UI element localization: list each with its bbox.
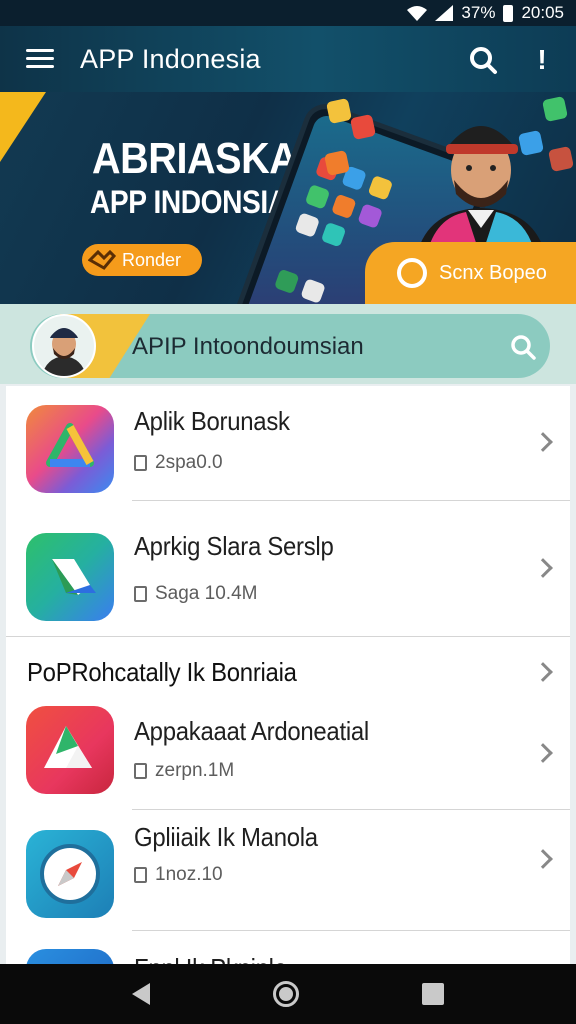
recent-apps-icon[interactable]	[422, 983, 445, 1005]
app-size: zerpn.1M	[155, 760, 235, 781]
banner-pill-label: Ronder	[122, 249, 182, 270]
list-item[interactable]: Aplik Borunask 2spa0.0	[6, 386, 570, 500]
back-icon[interactable]	[131, 983, 150, 1005]
banner-cta-button[interactable]: Scnx Bopeo	[365, 242, 576, 304]
app-meta: 2spa0.0	[134, 452, 223, 474]
banner-pill-button[interactable]: Ronder	[82, 244, 202, 276]
avatar-illustration	[416, 126, 546, 258]
wifi-icon	[407, 6, 428, 21]
drive-triangle-icon	[26, 405, 114, 493]
avatar	[32, 314, 96, 378]
floating-app-icon	[323, 149, 351, 177]
chevron-right-icon	[533, 432, 553, 452]
lock-icon	[134, 763, 147, 779]
chevron-right-icon	[533, 558, 553, 578]
system-nav-bar	[0, 964, 576, 1024]
battery-percent: 37%	[461, 3, 496, 22]
list-item[interactable]: Gpliiaik Ik Manola 1noz.10	[6, 810, 570, 930]
lock-icon	[134, 455, 147, 471]
floating-app-icon	[325, 97, 353, 125]
chevron-right-icon	[533, 849, 553, 869]
app-meta: zerpn.1M	[134, 760, 234, 782]
app-meta: 1noz.10	[134, 864, 223, 886]
app-bar: APP Indonesia !	[0, 26, 576, 92]
hamburger-icon	[26, 49, 54, 69]
search-bar[interactable]: APIP Intoondoumsian	[30, 314, 550, 378]
app-title: Aplik Borunask	[134, 406, 290, 436]
chevron-right-icon	[533, 662, 553, 682]
drive-arrow-icon	[26, 533, 114, 621]
search-bar-text: APIP Intoondoumsian	[132, 333, 364, 360]
app-title: Aprkig Slara Serslp	[134, 531, 334, 561]
exclamation-icon: !	[537, 44, 547, 75]
app-title: APP Indonesia	[80, 43, 261, 74]
hero-banner[interactable]: ABRIASKAA APP INDONSIA Ronder Scnx Bopeo	[0, 92, 576, 304]
list-item[interactable]: Aprkig Slara Serslp Saga 10.4M	[6, 501, 570, 635]
banner-corner-accent	[0, 92, 46, 162]
floating-app-icon	[349, 113, 377, 141]
banner-cta-label: Scnx Bopeo	[439, 261, 547, 284]
battery-icon	[503, 4, 514, 22]
more-options-button[interactable]: !	[525, 40, 559, 80]
chevron-right-icon	[533, 743, 553, 763]
compass-icon	[26, 830, 114, 918]
list-item[interactable]: Fnnl Ik Pkninle	[6, 931, 570, 966]
lock-icon	[134, 586, 147, 602]
search-strip: APIP Intoondoumsian	[0, 304, 576, 384]
clock: 20:05	[521, 3, 564, 22]
section-title: PoPRohcatally Ik Bonriaia	[27, 657, 297, 687]
status-bar: 37% 20:05	[0, 0, 576, 26]
app-size: Saga 10.4M	[155, 583, 258, 604]
home-icon[interactable]	[272, 981, 299, 1007]
app-meta: Saga 10.4M	[134, 583, 257, 605]
lock-icon	[134, 867, 147, 883]
app-title: Appakaaat Ardoneatial	[134, 716, 369, 746]
app-size: 1noz.10	[155, 864, 223, 885]
app-size: 2spa0.0	[155, 452, 223, 473]
signal-icon	[435, 5, 454, 21]
cta-ring-icon	[397, 258, 427, 288]
red-triangle-icon	[26, 706, 114, 794]
app-title: Gpliiaik Ik Manola	[134, 822, 318, 852]
appbar-search-button[interactable]	[463, 40, 503, 80]
list-item[interactable]: Appakaaat Ardoneatial zerpn.1M	[6, 690, 570, 808]
handshake-icon	[88, 249, 116, 270]
search-icon	[470, 47, 497, 74]
search-icon[interactable]	[508, 332, 538, 362]
banner-subtitle: APP INDONSIA	[90, 184, 288, 220]
hamburger-menu-button[interactable]	[0, 26, 80, 92]
app-list: Aplik Borunask 2spa0.0 Aprkig Slara Sers…	[6, 386, 570, 966]
